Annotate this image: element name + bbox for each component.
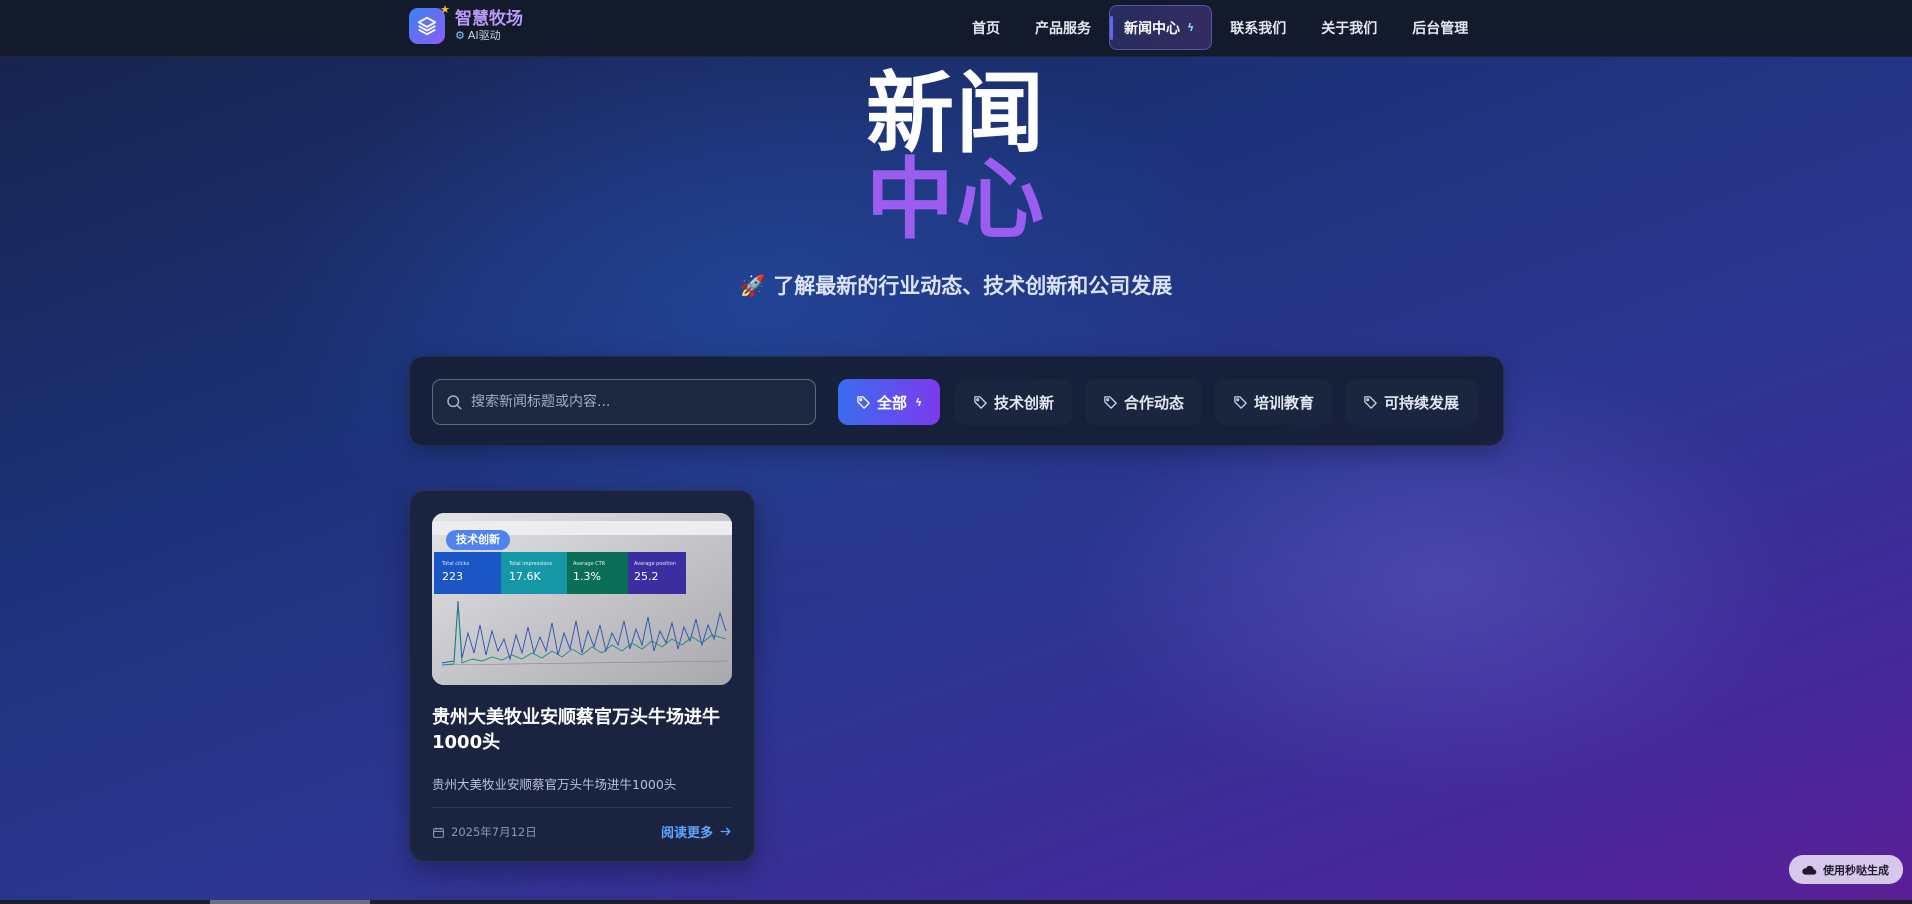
brand[interactable]: ★ 智慧牧场 ⚙ AI驱动 [409, 4, 523, 44]
filter-chip-label: 培训教育 [1254, 393, 1315, 412]
filter-chip-all[interactable]: 全部 ϟ [838, 379, 941, 425]
filter-chip-tech[interactable]: 技术创新 [955, 379, 1073, 425]
metric-value: 17.6K [509, 570, 541, 583]
filter-chip-training[interactable]: 培训教育 [1215, 379, 1333, 425]
hero-subtitle: 🚀 了解最新的行业动态、技术创新和公司发展 [739, 274, 1173, 298]
gear-icon: ⚙ [455, 29, 465, 42]
tag-icon [974, 395, 987, 409]
generated-by-badge[interactable]: 使用秒哒生成 [1789, 855, 1903, 884]
news-filter-bar: 全部 ϟ 技术创新 合作动态 培训教育 可持续发展 [409, 356, 1504, 446]
metric-label: Total clicks [441, 561, 469, 567]
calendar-icon [433, 827, 444, 838]
star-icon: ★ [440, 3, 450, 16]
category-badge: 技术创新 [446, 530, 510, 550]
nav-item-label: 首页 [972, 20, 1000, 37]
divider [432, 807, 732, 808]
hero-title-line2: 中心 [865, 148, 1046, 251]
search-icon [447, 395, 462, 410]
lightning-icon: ϟ [915, 395, 923, 409]
nav-item-home[interactable]: 首页 [955, 5, 1017, 50]
news-card-date: 2025年7月12日 [432, 824, 537, 840]
nav-item-admin[interactable]: 后台管理 [1395, 5, 1485, 50]
nav-item-label: 产品服务 [1035, 20, 1091, 37]
nav-item-news[interactable]: 新闻中心 ϟ [1109, 5, 1213, 50]
search-box[interactable] [432, 379, 816, 425]
brand-name: 智慧牧场 [455, 9, 523, 29]
filter-chip-label: 技术创新 [994, 393, 1055, 412]
brand-tagline: ⚙ AI驱动 [455, 29, 523, 43]
filter-chip-label: 合作动态 [1124, 393, 1185, 412]
filter-chip-cooperation[interactable]: 合作动态 [1085, 379, 1203, 425]
tag-icon [1104, 395, 1117, 409]
cloud-icon [1802, 865, 1817, 875]
nav-item-label: 联系我们 [1230, 20, 1287, 37]
tag-icon [857, 395, 870, 409]
tag-icon [1364, 395, 1377, 409]
metric-label: Total impressions [508, 561, 553, 567]
date-text: 2025年7月12日 [451, 825, 537, 839]
metric-label: Average position [634, 561, 676, 567]
search-input[interactable] [471, 394, 811, 410]
read-more-link[interactable]: 阅读更多 [661, 822, 732, 841]
nav-item-about[interactable]: 关于我们 [1304, 5, 1394, 50]
layers-logo-icon: ★ [409, 4, 450, 44]
tag-icon [1234, 395, 1247, 409]
arrow-right-icon [720, 827, 731, 836]
nav-item-products[interactable]: 产品服务 [1018, 5, 1108, 50]
news-card-summary: 贵州大美牧业安顺蔡官万头牛场进牛1000头 [432, 777, 677, 792]
nav-item-label: 后台管理 [1412, 20, 1469, 37]
nav-item-label: 关于我们 [1321, 20, 1378, 37]
filter-chip-label: 全部 [877, 393, 908, 412]
read-more-label: 阅读更多 [660, 826, 713, 841]
horizontal-scrollbar-thumb[interactable] [210, 900, 370, 904]
hero-title-line1: 新闻 [865, 62, 1046, 165]
filter-chip-label: 可持续发展 [1384, 393, 1460, 412]
generated-by-label: 使用秒哒生成 [1823, 863, 1889, 877]
nav-item-label: 新闻中心 [1124, 20, 1180, 37]
brand-sub-label: AI驱动 [467, 29, 501, 42]
news-card-image: Total clicks 223 Total impressions 17.6K… [432, 513, 732, 685]
filter-chip-sustainability[interactable]: 可持续发展 [1345, 379, 1478, 425]
metric-value: 223 [442, 570, 463, 583]
metric-value: 1.3% [573, 570, 601, 583]
news-card[interactable]: Total clicks 223 Total impressions 17.6K… [409, 490, 755, 862]
top-navbar: ★ 智慧牧场 ⚙ AI驱动 首页 产品服务 新闻中心 ϟ 联系我们 关于我们 后… [0, 0, 1912, 57]
nav-item-contact[interactable]: 联系我们 [1213, 5, 1303, 50]
metric-value: 25.2 [634, 570, 659, 583]
lightning-icon: ϟ [1187, 21, 1195, 34]
main-nav: 首页 产品服务 新闻中心 ϟ 联系我们 关于我们 后台管理 [955, 5, 1486, 50]
news-card-title[interactable]: 贵州大美牧业安顺蔡官万头牛场进牛1000头 [432, 705, 732, 755]
metric-label: Average CTR [573, 561, 606, 567]
